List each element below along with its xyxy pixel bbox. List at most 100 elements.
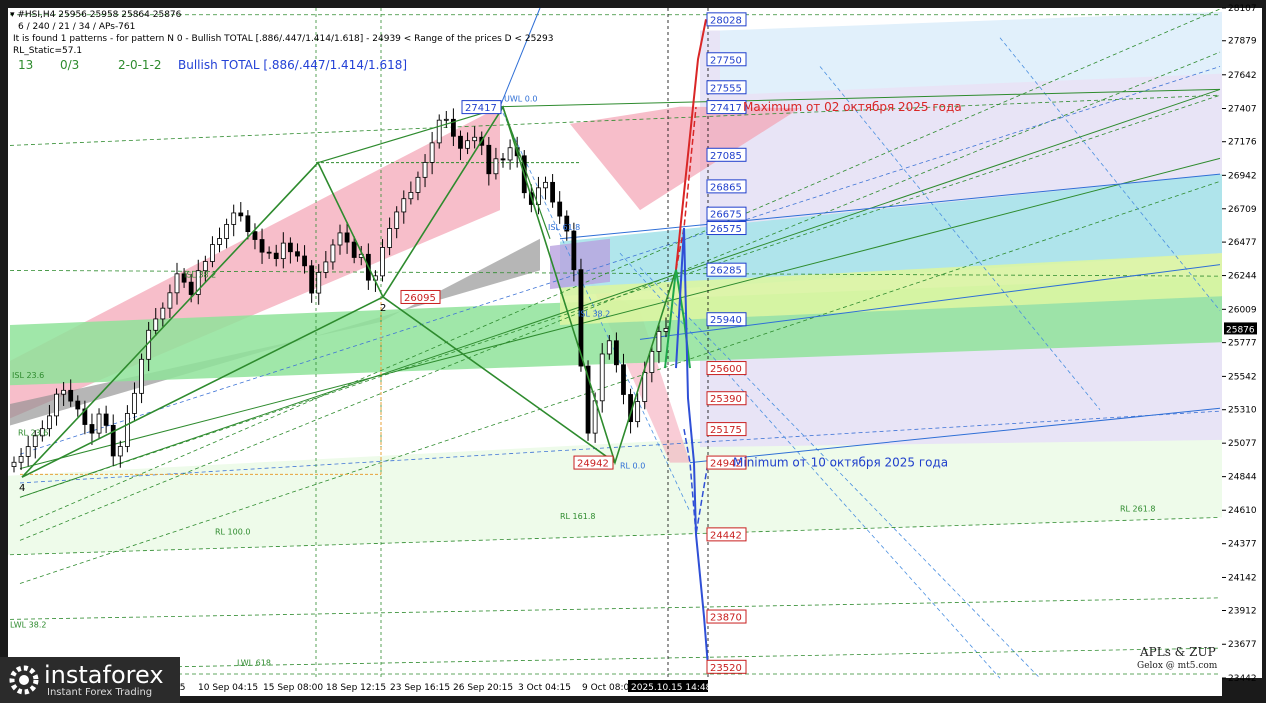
left-price-label-2: 24942: [577, 459, 609, 470]
candle-body-91: [656, 331, 662, 352]
candle-body-2: [25, 446, 31, 457]
candle-body-70: [507, 147, 513, 161]
candle-body-8: [68, 389, 74, 402]
candle-body-34: [252, 231, 258, 240]
candle-body-17: [132, 392, 137, 414]
right-price-label-1: 27750: [710, 55, 742, 66]
candle-body-0: [11, 461, 17, 467]
candle-body-35: [259, 239, 265, 253]
right-price-label-15: 23870: [710, 613, 742, 624]
candle-body-33: [245, 215, 251, 233]
y-tick-label-4: 27176: [1228, 138, 1257, 148]
pattern-point-0: 4: [19, 483, 25, 494]
stat-sequence: 2-0-1-2: [118, 58, 162, 72]
y-tick-label-2: 27642: [1228, 71, 1257, 81]
candle-body-27: [202, 261, 208, 272]
y-tick-label-0: 28107: [1228, 4, 1257, 14]
candle-body-18: [139, 358, 144, 394]
candle-body-11: [89, 424, 95, 434]
candle-body-90: [649, 351, 655, 373]
candle-body-85: [613, 340, 619, 366]
candle-body-56: [408, 192, 414, 200]
candle-body-59: [429, 142, 435, 163]
candle-body-60: [436, 119, 442, 144]
header-pattern-info: It is found 1 patterns - for pattern N 0…: [13, 34, 554, 44]
candle-body-22: [167, 292, 173, 309]
level-label-10: ISL 38.2: [578, 309, 610, 318]
candle-body-47: [344, 232, 350, 243]
candle-body-29: [217, 238, 222, 245]
y-tick-label-14: 24844: [1228, 473, 1257, 483]
candle-body-92: [663, 328, 669, 332]
candle-body-48: [351, 241, 357, 258]
candle-body-88: [635, 401, 641, 423]
candle-body-38: [280, 242, 286, 260]
right-price-label-3: 27417: [710, 103, 742, 114]
stat-ratio: 0/3: [60, 58, 80, 72]
y-tick-label-8: 26244: [1228, 272, 1257, 282]
right-price-label-9: 25940: [710, 315, 742, 326]
candle-body-53: [387, 228, 393, 248]
x-tick-label-6: 9 Oct 08:00: [582, 683, 635, 693]
candle-body-89: [642, 372, 648, 402]
level-label-8: UWL 0.0: [504, 95, 538, 104]
candle-body-52: [380, 247, 385, 277]
candle-body-31: [231, 212, 237, 225]
candle-body-25: [188, 281, 194, 295]
x-tick-label-4: 26 Sep 20:15: [453, 683, 513, 693]
y-tick-label-5: 26942: [1228, 171, 1257, 181]
right-price-label-12: 25175: [710, 425, 742, 436]
watermark-subtitle: Gelox @ mt5.com: [1137, 661, 1218, 671]
level-label-5: RL 261.8: [1120, 505, 1155, 514]
candle-body-37: [273, 252, 279, 260]
candle-body-44: [323, 261, 329, 273]
candle-body-83: [599, 353, 605, 402]
y-tick-label-1: 27879: [1228, 37, 1257, 47]
current-time-label: 2025.10.15 14:48: [631, 683, 712, 693]
right-price-label-4: 27085: [710, 151, 742, 162]
candle-body-46: [337, 232, 343, 246]
header-params: 6 / 240 / 21 / 34 / APs-761: [18, 22, 136, 32]
candle-body-77: [557, 201, 563, 217]
right-price-label-16: 23520: [710, 663, 742, 674]
right-price-label-2: 27555: [710, 83, 742, 94]
candle-body-41: [302, 255, 307, 267]
watermark-title: APLs & ZUP: [1140, 645, 1216, 659]
candle-body-15: [117, 446, 123, 457]
candle-body-57: [415, 176, 421, 193]
level-label-7: LWL 618: [237, 658, 271, 667]
y-tick-label-15: 24610: [1228, 506, 1257, 516]
candle-body-12: [96, 413, 102, 434]
price-chart[interactable]: 4 2 27417 26095 24942 28028 27750 27555 27417 270…: [0, 0, 1266, 703]
stat-count: 13: [18, 58, 34, 72]
candle-body-21: [160, 307, 166, 320]
candle-body-42: [309, 265, 315, 294]
right-price-label-6: 26675: [710, 210, 742, 221]
candle-body-61: [443, 118, 449, 121]
current-price-label: 25876: [1226, 325, 1255, 335]
right-price-label-8: 26285: [710, 266, 742, 277]
right-price-label-10: 25600: [710, 364, 742, 375]
stat-pattern-name: Bullish TOTAL [.886/.447/1.414/1.618]: [178, 58, 408, 72]
candle-body-58: [422, 161, 428, 178]
candle-body-6: [54, 393, 59, 417]
candle-body-7: [61, 389, 67, 395]
left-price-label-1: 26095: [404, 293, 436, 304]
brand-tagline: Instant Forex Trading: [47, 687, 153, 698]
candle-body-32: [238, 212, 244, 217]
y-tick-label-16: 24377: [1228, 540, 1257, 550]
candle-body-28: [210, 244, 215, 262]
candle-body-64: [465, 140, 470, 149]
y-tick-label-12: 25310: [1228, 406, 1257, 416]
y-tick-label-13: 25077: [1228, 439, 1257, 449]
level-label-6: LWL 38.2: [10, 620, 46, 629]
header-ohlc: ▾ #HSI,H4 25956 25958 25864 25876: [10, 10, 182, 20]
y-tick-label-17: 24142: [1228, 573, 1257, 583]
right-price-label-14: 24442: [710, 530, 742, 541]
candle-body-54: [394, 211, 400, 229]
level-label-11: RL 0.0: [620, 462, 645, 471]
y-tick-label-3: 27407: [1228, 105, 1257, 115]
y-tick-label-11: 25542: [1228, 372, 1257, 382]
candle-body-84: [606, 340, 612, 355]
annotation-maximum: Maximum от 02 октября 2025 года: [743, 100, 962, 114]
